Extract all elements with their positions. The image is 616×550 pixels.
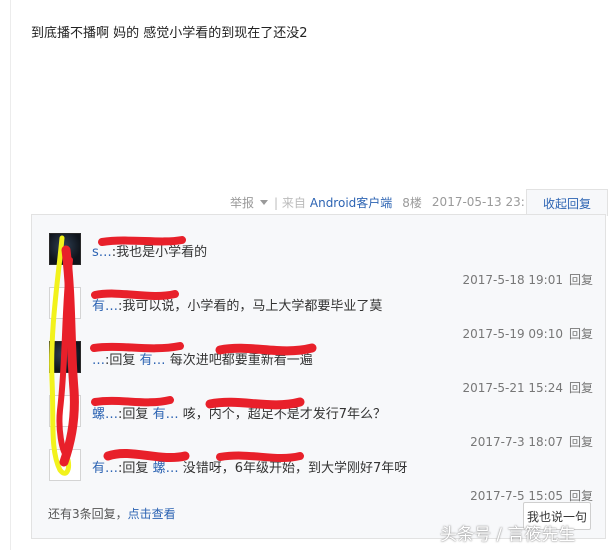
reply-username[interactable]: s… — [92, 245, 112, 260]
reply-line: 有…:回复 螺… 没错呀，6年级开始，到大学刚好7年呀 — [92, 457, 407, 476]
from-label: | 来自 — [274, 195, 306, 210]
avatar[interactable] — [49, 395, 81, 427]
reply-word: 回复 — [122, 461, 149, 476]
client-link[interactable]: Android客户端 — [310, 194, 392, 211]
reply-line: s…:我也是小学看的 — [92, 241, 207, 260]
reply-word: 回复 — [122, 407, 149, 422]
report-link[interactable]: 举报 — [230, 194, 254, 211]
reply-text: 没错呀，6年级开始，到大学刚好7年呀 — [182, 461, 408, 476]
avatar[interactable] — [49, 233, 81, 265]
avatar[interactable] — [49, 449, 81, 481]
post-timestamp: 2017-05-13 23:10 — [431, 195, 541, 209]
reply-row: s…:我也是小学看的 2017-5-18 19:01 回复 — [32, 231, 607, 287]
post-body: 到底播不播啊 妈的 感觉小学看的到现在了还没2 — [31, 26, 308, 41]
reply-line: …:回复 有… 每次进吧都要重新看一遍 — [92, 349, 313, 368]
more-replies: 还有3条回复，点击查看 — [48, 505, 176, 522]
reply-row: …:回复 有… 每次进吧都要重新看一遍 2017-5-21 15:24 回复 — [32, 339, 607, 395]
reply-text: 每次进吧都要重新看一遍 — [169, 353, 313, 368]
reply-line: 螺…:回复 有… 咳，内个，超足不是才发行7年么？ — [92, 403, 386, 422]
reply-time: 2017-7-5 15:05 — [470, 489, 563, 503]
more-replies-text: 还有3条回复， — [48, 507, 128, 521]
reply-username[interactable]: 螺… — [92, 407, 118, 422]
post-meta-bar: 举报 | 来自 Android客户端 8楼 2017-05-13 23:10 — [230, 192, 540, 212]
view-more-link[interactable]: 点击查看 — [128, 507, 176, 521]
reply-target-user[interactable]: 螺… — [153, 461, 179, 476]
reply-word: 回复 — [109, 353, 136, 368]
reply-text: 我可以说，小学看的，马上大学都要毕业了莫 — [122, 299, 383, 314]
reply-row: 有…:回复 螺… 没错呀，6年级开始，到大学刚好7年呀 2017-7-5 15:… — [32, 447, 607, 503]
avatar[interactable] — [49, 287, 81, 319]
reply-text: 我也是小学看的 — [116, 245, 208, 260]
reply-target-user[interactable]: 有… — [153, 407, 179, 422]
floor-number: 8楼 — [402, 195, 422, 210]
watermark: 头条号 / 言筱先生 — [440, 525, 576, 545]
reply-username[interactable]: … — [92, 353, 105, 368]
reply-button[interactable]: 回复 — [569, 489, 593, 503]
reply-username[interactable]: 有… — [92, 461, 118, 476]
reply-text: 咳，内个，超足不是才发行7年么？ — [182, 407, 386, 422]
left-divider — [10, 0, 11, 550]
reply-row: 有…:我可以说，小学看的，马上大学都要毕业了莫 2017-5-19 09:10 回… — [32, 285, 607, 341]
reply-line: 有…:我可以说，小学看的，马上大学都要毕业了莫 — [92, 295, 382, 314]
reply-target-user[interactable]: 有… — [140, 353, 166, 368]
reply-list: s…:我也是小学看的 2017-5-18 19:01 回复 有…:我可以说，小学看… — [31, 214, 606, 539]
avatar[interactable] — [49, 341, 81, 373]
chevron-down-icon[interactable] — [260, 199, 269, 205]
collapse-replies-button[interactable]: 收起回复 — [526, 189, 608, 216]
reply-username[interactable]: 有… — [92, 299, 118, 314]
reply-row: 螺…:回复 有… 咳，内个，超足不是才发行7年么？ 2017-7-3 18:07… — [32, 393, 607, 449]
